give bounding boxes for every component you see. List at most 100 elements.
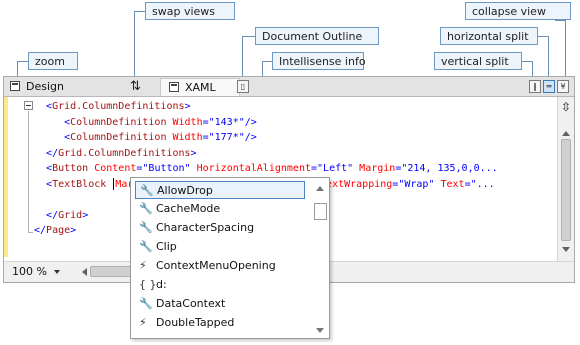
lightning-icon: ⚡ — [139, 316, 147, 329]
swap-views-button[interactable]: ⇅ — [130, 79, 141, 94]
code-line: <ColumnDefinition Width="177*"/> — [34, 130, 544, 146]
code-token: ColumnDefinition — [70, 116, 167, 128]
callout-leader — [555, 20, 565, 21]
completion-item-label: d: — [156, 278, 167, 291]
scroll-down-icon[interactable] — [316, 328, 324, 333]
scroll-up-icon[interactable] — [562, 131, 570, 136]
callout-leader — [262, 61, 272, 62]
completion-item-label: DataContext — [156, 297, 226, 310]
completion-item-label: CacheMode — [156, 202, 221, 215]
intellisense-scrollbar[interactable] — [313, 180, 328, 336]
completion-item[interactable]: 🔧 CharacterSpacing — [135, 219, 305, 237]
code-line: </Grid.ColumnDefinitions> — [34, 146, 544, 162]
swap-arrows-icon: ⇅ — [130, 79, 141, 94]
code-token: "177*" — [208, 132, 245, 143]
callout-vertical-split: vertical split — [434, 52, 522, 70]
completion-item-label: DoubleTapped — [156, 316, 235, 329]
code-line: <Button Content="Button" HorizontalAlign… — [34, 161, 544, 177]
scroll-up-icon[interactable] — [316, 186, 324, 191]
callout-intellisense-info: Intellisense info — [272, 52, 366, 70]
xaml-view-icon — [169, 82, 179, 92]
callout-leader — [17, 61, 28, 62]
completion-item[interactable]: { } d: — [135, 276, 305, 294]
code-token: Width — [166, 132, 203, 143]
code-token: HorizontalAlignment — [190, 163, 311, 174]
design-view-icon — [10, 81, 20, 91]
code-line: <Grid.ColumnDefinitions> — [34, 99, 544, 115]
completion-item[interactable]: 🔧 DataContext — [135, 295, 305, 313]
scroll-down-icon[interactable] — [562, 247, 570, 252]
code-token: > — [190, 147, 197, 159]
intellisense-popup: 🔧 AllowDrop 🔧 CacheMode 🔧 CharacterSpacing 🔧 Cl… — [130, 177, 330, 339]
code-token: TextBlock — [52, 178, 113, 190]
code-token: Text — [434, 178, 465, 190]
vertical-scrollbar[interactable]: ⇳ — [557, 97, 574, 261]
completion-item[interactable]: ⚡ DoubleTapped — [135, 314, 305, 332]
completion-item-label: ContextMenuOpening — [156, 259, 276, 272]
completion-item[interactable]: 🔧 AllowDrop — [135, 181, 305, 199]
vertical-split-icon: ‖ — [533, 82, 537, 91]
document-outline-button[interactable]: ▯ — [237, 80, 249, 93]
vertical-scroll-thumb[interactable] — [561, 139, 571, 241]
collapse-region-icon[interactable] — [24, 101, 33, 110]
code-token: Button — [52, 163, 89, 174]
lightning-icon: ⚡ — [139, 259, 147, 272]
completion-item-label: Clip — [156, 240, 177, 253]
completion-item[interactable]: 🔧 CacheMode — [135, 200, 305, 218]
horizontal-split-icon: ═ — [546, 82, 552, 91]
code-token: /> — [244, 116, 257, 128]
code-token: "214, 135,0,0... — [401, 163, 498, 174]
callout-zoom: zoom — [28, 52, 78, 70]
wrench-icon: 🔧 — [139, 221, 153, 234]
tab-design[interactable]: Design — [6, 78, 102, 96]
scroll-left-icon[interactable] — [82, 268, 87, 276]
code-token: Grid — [58, 209, 83, 221]
wrench-icon: 🔧 — [139, 240, 153, 253]
code-token: </ — [46, 147, 59, 159]
code-token: Grid.ColumnDefinitions — [52, 101, 185, 112]
code-token: Margin — [353, 163, 396, 174]
split-handle-icon[interactable]: ⇳ — [561, 100, 571, 114]
tab-xaml-label: XAML — [185, 81, 216, 94]
collapse-view-button[interactable]: ¥ — [557, 80, 569, 93]
callout-leader — [242, 36, 243, 78]
tab-design-label: Design — [26, 80, 64, 93]
code-token: Width — [166, 116, 203, 128]
completion-item[interactable]: ⚡ ContextMenuOpening — [135, 257, 305, 275]
intellisense-scroll-thumb[interactable] — [314, 203, 327, 220]
code-token: "143*" — [208, 116, 245, 128]
code-token: "Left" — [317, 163, 354, 174]
code-token: </ — [34, 225, 47, 236]
horizontal-split-button[interactable]: ═ — [543, 80, 555, 93]
tab-xaml[interactable]: XAML — [160, 78, 240, 96]
code-token: </ — [46, 209, 59, 221]
code-token: "Button" — [142, 163, 191, 174]
code-token: /> — [244, 132, 257, 143]
code-token: "Wrap" — [398, 178, 435, 190]
callout-swap-views: swap views — [145, 2, 235, 20]
vertical-split-button[interactable]: ‖ — [529, 80, 541, 93]
view-tab-bar: Design ⇅ XAML ▯ ‖ ═ ¥ — [4, 77, 574, 97]
document-outline-icon: ▯ — [240, 82, 246, 91]
outline-guide-line — [28, 111, 29, 233]
callout-leader — [242, 36, 255, 37]
code-token: Content — [88, 163, 137, 174]
collapse-chevron-icon: ¥ — [560, 82, 566, 91]
completion-item-label: CharacterSpacing — [156, 221, 255, 234]
code-token: ColumnDefinition — [70, 132, 167, 143]
wrench-icon: 🔧 — [139, 202, 153, 215]
zoom-dropdown-icon[interactable] — [54, 270, 60, 274]
code-token: > — [82, 209, 89, 221]
callout-leader — [522, 61, 532, 62]
completion-item[interactable]: 🔧 Clip — [135, 238, 305, 256]
code-token: "... — [470, 178, 495, 190]
completion-item-label: AllowDrop — [157, 184, 213, 197]
callout-horizontal-split: horizontal split — [440, 27, 538, 45]
zoom-level-select[interactable]: 100 % — [12, 265, 47, 279]
change-margin-bar — [4, 97, 8, 257]
